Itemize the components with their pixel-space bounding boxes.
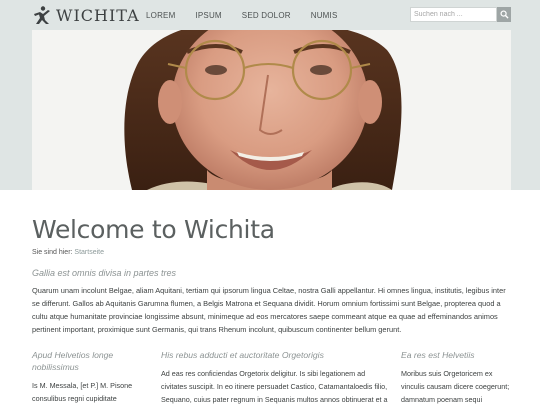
breadcrumb: Sie sind hier: Startseite [32, 249, 104, 256]
search-icon [499, 10, 509, 19]
teaser-heading: Ea res est Helvetiis [401, 350, 475, 360]
nav-item-sed-dolor[interactable]: SED DOLOR [242, 11, 291, 20]
teaser-column-2: His rebus adducti et auctoritate Orgetor… [161, 349, 389, 405]
portrait-photo [32, 30, 511, 190]
hero-image [32, 30, 511, 190]
teaser-heading: Apud Helvetios longe nobilissimus [32, 350, 114, 372]
breadcrumb-prefix: Sie sind hier: [32, 249, 73, 256]
teaser-text: Is M. Messala, [et P.] M. Pisone consuli… [32, 381, 133, 403]
site-logo[interactable]: WICHITA [32, 5, 140, 25]
nav-item-ipsum[interactable]: IPSUM [195, 11, 221, 20]
nav-item-lorem[interactable]: LOREM [146, 11, 175, 20]
top-navigation-bar: WICHITA LOREM IPSUM SED DOLOR NUMIS [0, 0, 540, 30]
logo-figure-icon [34, 6, 50, 24]
intro-paragraph: Quarum unam incolunt Belgae, aliam Aquit… [32, 286, 506, 334]
search-input[interactable] [410, 7, 497, 22]
teaser-column-1: Apud Helvetios longe nobilissimus Is M. … [32, 349, 144, 405]
nav-item-numis[interactable]: NUMIS [311, 11, 338, 20]
search-button[interactable] [497, 7, 511, 22]
main-menu: LOREM IPSUM SED DOLOR NUMIS [146, 0, 358, 30]
teaser-heading: His rebus adducti et auctoritate Orgetor… [161, 350, 324, 360]
search-form [410, 7, 511, 22]
teaser-column-3: Ea res est Helvetiis Moribus suis Orgeto… [401, 349, 511, 405]
teaser-text: Moribus suis Orgetoricem ex vinculis cau… [401, 369, 510, 404]
intro-heading: Gallia est omnis divisa in partes tres [32, 268, 177, 278]
teaser-text: Ad eas res conficiendas Orgetorix deligi… [161, 369, 388, 404]
page-title: Welcome to Wichita [32, 215, 275, 244]
breadcrumb-link-startseite[interactable]: Startseite [74, 249, 104, 256]
brand-name: WICHITA [56, 5, 140, 25]
